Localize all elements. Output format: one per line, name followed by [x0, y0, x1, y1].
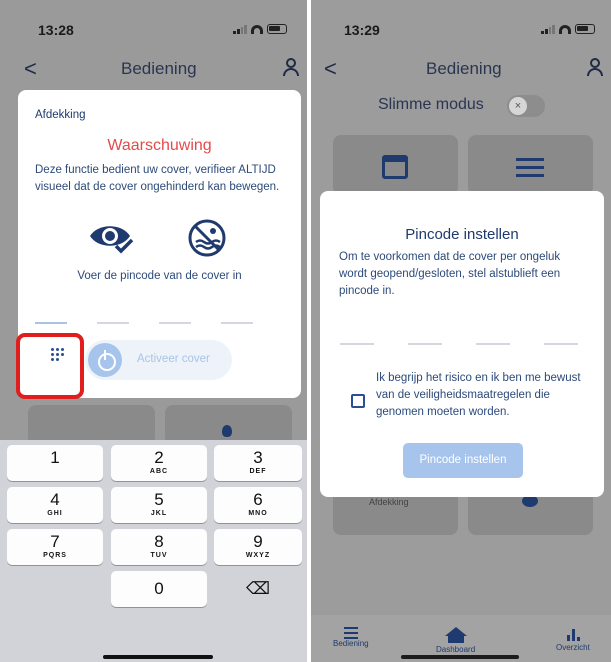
cover-card-label: Afdekking [369, 497, 409, 507]
pin-digit-slot[interactable] [159, 322, 191, 324]
smart-mode-label: Slimme modus [378, 96, 484, 113]
tab-bediening[interactable]: Bediening [333, 627, 369, 648]
pin-prompt: Voer de pincode van de cover in [77, 270, 242, 282]
back-button[interactable]: < [24, 56, 37, 82]
pin-digit-slot[interactable] [408, 343, 442, 345]
bulb-icon [222, 425, 232, 437]
key-3[interactable]: 3 DEF [214, 445, 302, 481]
user-icon[interactable] [586, 58, 604, 76]
signal-icon [541, 24, 555, 34]
key-8[interactable]: 8 TUV [111, 529, 207, 565]
pin-digit-slot[interactable] [340, 343, 374, 345]
key-6[interactable]: 6 MNO [214, 487, 302, 523]
key-4[interactable]: 4 GHI [7, 487, 103, 523]
home-icon [444, 627, 467, 643]
pin-entry-field[interactable] [340, 343, 578, 345]
close-icon: × [509, 97, 527, 115]
set-pin-dialog: Pincode instellen Om te voorkomen dat de… [320, 191, 604, 497]
dialog-description: Om te voorkomen dat de cover per ongeluk… [339, 251, 561, 297]
sliders-icon [343, 627, 358, 629]
home-indicator [103, 655, 213, 659]
home-indicator [401, 655, 519, 659]
pin-digit-slot[interactable] [544, 343, 578, 345]
pin-digit-slot[interactable] [476, 343, 510, 345]
status-time: 13:29 [344, 22, 380, 38]
status-icons [541, 24, 595, 34]
battery-icon [267, 24, 287, 34]
tab-overzicht[interactable]: Overzicht [556, 627, 590, 652]
status-time: 13:28 [38, 22, 74, 38]
set-pin-button[interactable]: Pincode instellen [403, 443, 523, 478]
status-icons [233, 24, 287, 34]
right-phone-screen: 13:29 < Bediening Slimme modus × Afdekki… [311, 0, 611, 662]
sliders-icon [516, 158, 544, 161]
smart-mode-toggle[interactable]: × [507, 95, 545, 117]
highlight-box [16, 333, 84, 399]
calendar-card [333, 135, 458, 195]
left-phone-screen: 13:28 < Bediening Afdekking Waarschuwing… [0, 0, 307, 662]
key-1[interactable]: 1 [7, 445, 103, 481]
key-5[interactable]: 5 JKL [111, 487, 207, 523]
risk-checkbox[interactable] [351, 394, 365, 408]
settings-card [468, 135, 593, 195]
eye-check-icon [90, 226, 134, 254]
pin-digit-slot[interactable] [35, 322, 67, 324]
key-9[interactable]: 9 WXYZ [214, 529, 302, 565]
wifi-icon [559, 24, 571, 34]
activate-cover-button[interactable]: Activeer cover [85, 340, 232, 380]
power-icon [88, 343, 122, 377]
signal-icon [233, 24, 247, 34]
page-title: Bediening [426, 59, 502, 78]
calendar-icon [382, 155, 408, 179]
risk-checkbox-label: Ik begrijp het risico en ik ben me bewus… [376, 372, 581, 418]
back-button[interactable]: < [324, 56, 337, 82]
section-label: Afdekking [35, 109, 86, 121]
key-2[interactable]: 2 ABC [111, 445, 207, 481]
warning-text: Deze functie bedient uw cover, verifieer… [35, 164, 280, 193]
pin-entry-field[interactable] [35, 322, 253, 324]
no-swimming-icon [188, 219, 226, 257]
dialog-title: Pincode instellen [405, 226, 519, 243]
pin-digit-slot[interactable] [221, 322, 253, 324]
delete-icon: ⌫ [245, 579, 271, 598]
background-card [28, 405, 155, 445]
warning-title: Waarschuwing [107, 137, 212, 154]
page-title: Bediening [121, 59, 197, 78]
activate-cover-label: Activeer cover [137, 353, 210, 365]
wifi-icon [251, 24, 263, 34]
bar-chart-icon [566, 629, 580, 641]
user-icon[interactable] [282, 58, 300, 76]
tab-dashboard[interactable]: Dashboard [436, 627, 475, 654]
delete-key[interactable]: ⌫ [214, 571, 302, 607]
numeric-keyboard: 1 2 ABC 3 DEF 4 GHI 5 JKL 6 MNO 7 PQRS 8 TUV 9W… [0, 440, 307, 662]
battery-icon [575, 24, 595, 34]
key-0[interactable]: 0 [111, 571, 207, 607]
pin-digit-slot[interactable] [97, 322, 129, 324]
key-7[interactable]: 7 PQRS [7, 529, 103, 565]
